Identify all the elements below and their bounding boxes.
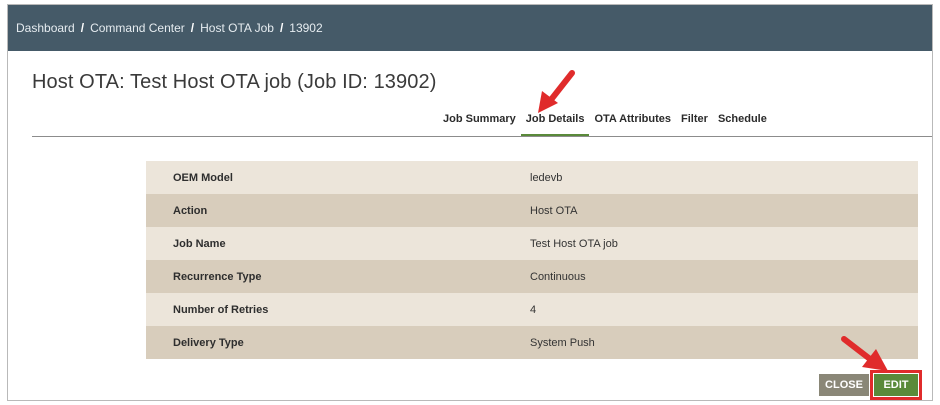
- tab-bar: Job Summary Job Details OTA Attributes F…: [438, 111, 772, 137]
- table-row: Delivery Type System Push: [146, 326, 918, 359]
- row-value: Host OTA: [530, 204, 578, 217]
- red-arrow-icon: [538, 70, 575, 113]
- breadcrumb: Dashboard / Command Center / Host OTA Jo…: [8, 5, 932, 51]
- row-value: 4: [530, 303, 537, 316]
- breadcrumb-command-center[interactable]: Command Center: [90, 21, 185, 35]
- breadcrumb-dashboard[interactable]: Dashboard: [16, 21, 75, 35]
- row-label: Number of Retries: [173, 303, 269, 316]
- tab-filter[interactable]: Filter: [676, 111, 713, 137]
- row-value: Continuous: [530, 270, 586, 283]
- row-value: Test Host OTA job: [530, 237, 618, 250]
- table-row: Job Name Test Host OTA job: [146, 227, 918, 260]
- tab-schedule[interactable]: Schedule: [713, 111, 772, 137]
- row-label: OEM Model: [173, 171, 233, 184]
- breadcrumb-separator: /: [190, 21, 195, 35]
- table-row: Action Host OTA: [146, 194, 918, 227]
- row-label: Job Name: [173, 237, 226, 250]
- row-label: Delivery Type: [173, 336, 244, 349]
- breadcrumb-job-id: 13902: [289, 21, 323, 35]
- tab-divider: [32, 136, 932, 137]
- row-value: ledevb: [530, 171, 563, 184]
- table-row: OEM Model ledevb: [146, 161, 918, 194]
- breadcrumb-separator: /: [279, 21, 284, 35]
- app-window: Dashboard / Command Center / Host OTA Jo…: [7, 4, 933, 401]
- table-row: Recurrence Type Continuous: [146, 260, 918, 293]
- tab-job-details[interactable]: Job Details: [520, 111, 590, 137]
- job-details-table: OEM Model ledevb Action Host OTA Job Nam…: [146, 161, 918, 359]
- breadcrumb-host-ota-job[interactable]: Host OTA Job: [200, 21, 274, 35]
- row-label: Recurrence Type: [173, 270, 262, 283]
- tab-ota-attributes[interactable]: OTA Attributes: [589, 111, 676, 137]
- table-row: Number of Retries 4: [146, 293, 918, 326]
- close-button[interactable]: CLOSE: [819, 374, 869, 396]
- row-label: Action: [173, 204, 208, 217]
- breadcrumb-separator: /: [80, 21, 85, 35]
- row-value: System Push: [530, 336, 595, 349]
- page-title: Host OTA: Test Host OTA job (Job ID: 139…: [32, 71, 437, 93]
- edit-button[interactable]: EDIT: [870, 370, 922, 400]
- tab-job-summary[interactable]: Job Summary: [438, 111, 521, 137]
